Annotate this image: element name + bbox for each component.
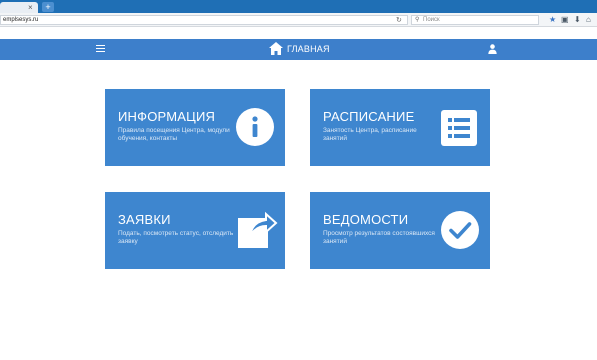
clipboard-icon[interactable]: ▣ bbox=[561, 14, 569, 26]
reload-icon[interactable]: ↻ bbox=[396, 16, 402, 25]
card-requests[interactable]: ЗАЯВКИ Подать, посмотреть статус, отслед… bbox=[105, 192, 285, 269]
card-title: ЗАЯВКИ bbox=[118, 212, 171, 227]
card-description: Подать, посмотреть статус, отследить зая… bbox=[118, 230, 234, 245]
user-icon[interactable] bbox=[488, 44, 497, 54]
address-url: emplsesys.ru bbox=[3, 17, 39, 23]
app-header: ГЛАВНАЯ bbox=[0, 39, 597, 60]
home-browser-icon[interactable]: ⌂ bbox=[586, 14, 591, 26]
check-icon bbox=[441, 211, 479, 249]
toolbar-icons: ★ ▣ ⬇ ⌂ bbox=[545, 14, 597, 26]
browser-search-input[interactable]: ⚲ Поиск bbox=[411, 15, 539, 25]
address-bar[interactable]: emplsesys.ru ↻ bbox=[0, 15, 408, 25]
card-description: Правила посещения Центра, модули обучени… bbox=[118, 127, 230, 142]
browser-toolbar: emplsesys.ru ↻ ⚲ Поиск ★ ▣ ⬇ ⌂ bbox=[0, 13, 597, 27]
home-icon bbox=[269, 42, 283, 55]
card-reports[interactable]: ВЕДОМОСТИ Просмотр результатов состоявши… bbox=[310, 192, 490, 269]
card-description: Занятость Центра, расписание занятий bbox=[323, 127, 417, 142]
new-tab-button[interactable]: + bbox=[42, 2, 54, 12]
menu-button[interactable] bbox=[96, 42, 106, 56]
card-information[interactable]: ИНФОРМАЦИЯ Правила посещения Центра, мод… bbox=[105, 89, 285, 166]
info-icon bbox=[236, 108, 274, 146]
card-description: Просмотр результатов состоявшихся заняти… bbox=[323, 230, 435, 245]
browser-tab[interactable]: × bbox=[0, 2, 38, 13]
page-title: ГЛАВНАЯ bbox=[287, 44, 330, 54]
card-schedule[interactable]: РАСПИСАНИЕ Занятость Центра, расписание … bbox=[310, 89, 490, 166]
hamburger-icon bbox=[96, 45, 105, 46]
card-title: РАСПИСАНИЕ bbox=[323, 109, 415, 124]
tab-close-icon[interactable]: × bbox=[28, 2, 33, 13]
search-icon: ⚲ bbox=[415, 17, 420, 23]
list-icon bbox=[441, 110, 477, 146]
search-placeholder: Поиск bbox=[423, 17, 440, 23]
share-icon bbox=[238, 211, 278, 248]
browser-tab-strip: × + bbox=[0, 0, 597, 13]
star-icon[interactable]: ★ bbox=[549, 14, 556, 26]
card-title: ВЕДОМОСТИ bbox=[323, 212, 409, 227]
card-title: ИНФОРМАЦИЯ bbox=[118, 109, 216, 124]
download-icon[interactable]: ⬇ bbox=[574, 14, 581, 26]
